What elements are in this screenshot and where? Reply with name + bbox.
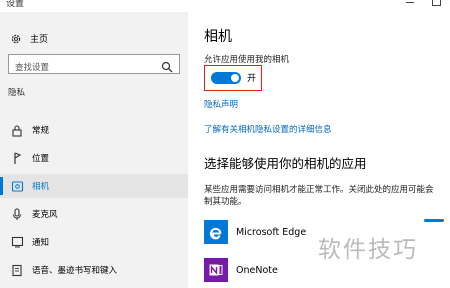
notification-icon bbox=[10, 235, 24, 249]
microphone-icon bbox=[10, 207, 24, 221]
lock-icon bbox=[10, 123, 24, 137]
maximize-icon[interactable] bbox=[432, 0, 441, 6]
window-title: 设置 bbox=[6, 0, 25, 9]
privacy-statement-link[interactable]: 隐私声明 bbox=[204, 98, 238, 110]
sidebar-home[interactable]: 主页 bbox=[10, 32, 48, 45]
camera-access-toggle[interactable] bbox=[211, 72, 241, 84]
highlight-frame: 开 bbox=[204, 65, 262, 91]
onenote-icon bbox=[204, 258, 228, 282]
sidebar-item-label: 常规 bbox=[32, 126, 50, 136]
sidebar-item-label: 位置 bbox=[32, 154, 50, 164]
minimize-icon[interactable] bbox=[404, 0, 416, 7]
watermark: 软件技巧 bbox=[318, 237, 418, 263]
sidebar-item-speech-inking[interactable]: 语音、墨迹书写和键入 bbox=[0, 258, 188, 282]
sidebar-item-camera[interactable]: 相机 bbox=[0, 174, 188, 198]
apps-section-heading: 选择能够使用你的相机的应用 bbox=[204, 156, 367, 171]
camera-privacy-details-link[interactable]: 了解有关相机隐私设置的详细信息 bbox=[204, 123, 332, 135]
app-name: OneNote bbox=[236, 264, 278, 276]
sidebar-home-label: 主页 bbox=[30, 35, 49, 45]
apps-description-line: 某些应用需要访问相机才能正常工作。关闭此处的应用可能会 bbox=[204, 185, 434, 195]
search-icon[interactable] bbox=[161, 58, 173, 73]
location-pin-icon bbox=[10, 151, 24, 165]
sidebar-item-label: 语音、墨迹书写和键入 bbox=[32, 266, 118, 276]
privacy-section-title: 隐私 bbox=[8, 88, 26, 98]
search-input[interactable] bbox=[9, 59, 149, 77]
app-name: Microsoft Edge bbox=[236, 226, 307, 238]
apps-description-line: 制其功能。 bbox=[204, 197, 247, 207]
search-box[interactable] bbox=[8, 54, 180, 77]
notebook-icon bbox=[10, 263, 24, 277]
toggle-state-label: 开 bbox=[247, 74, 257, 84]
sidebar: 主页 隐私 常规 位置 相机 麦克风 通知 bbox=[0, 12, 188, 288]
sidebar-item-notifications[interactable]: 通知 bbox=[0, 230, 188, 254]
camera-icon bbox=[10, 179, 24, 193]
sidebar-item-location[interactable]: 位置 bbox=[0, 146, 188, 170]
sidebar-item-label: 通知 bbox=[32, 238, 50, 248]
sidebar-item-microphone[interactable]: 麦克风 bbox=[0, 202, 188, 226]
edge-icon bbox=[204, 220, 228, 244]
title-bar: 设置 bbox=[0, 0, 450, 12]
camera-access-label: 允许应用使用我的相机 bbox=[204, 55, 290, 65]
sidebar-item-general[interactable]: 常规 bbox=[0, 118, 188, 142]
gear-icon bbox=[10, 33, 22, 45]
apps-description: 某些应用需要访问相机才能正常工作。关闭此处的应用可能会 制其功能。 bbox=[204, 184, 450, 208]
page-title: 相机 bbox=[204, 29, 232, 45]
app-toggle[interactable] bbox=[424, 219, 444, 222]
sidebar-item-label: 相机 bbox=[32, 182, 50, 192]
sidebar-item-label: 麦克风 bbox=[32, 210, 58, 220]
